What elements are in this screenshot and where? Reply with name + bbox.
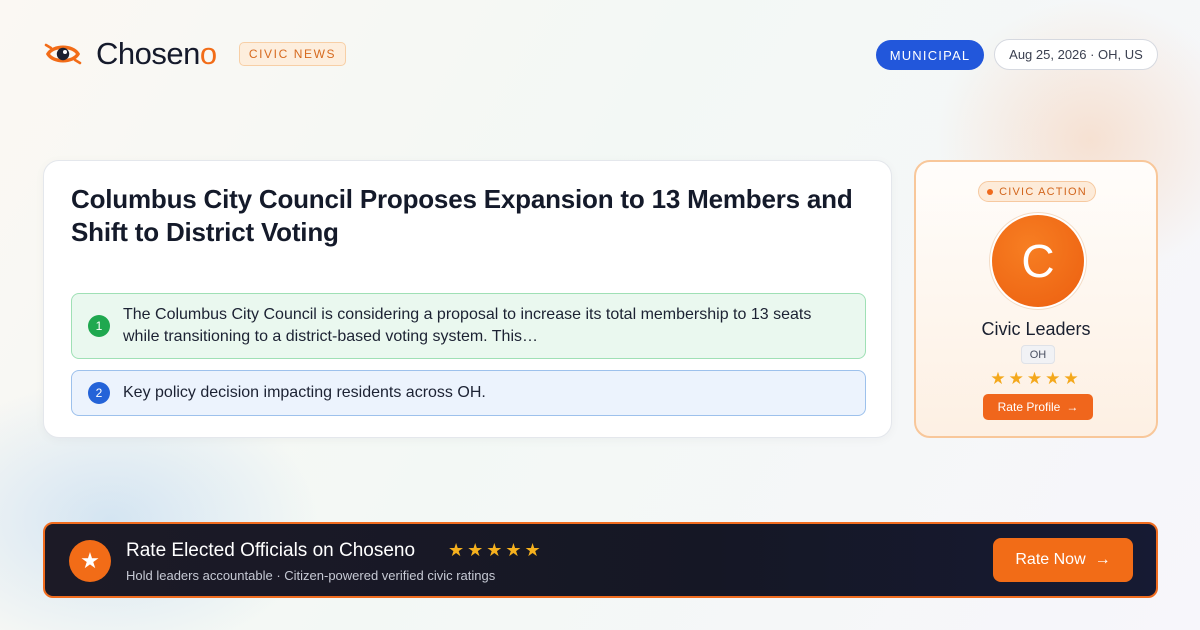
- article-card: Columbus City Council Proposes Expansion…: [43, 160, 892, 438]
- status-dot-icon: [987, 188, 994, 195]
- leader-name: Civic Leaders: [981, 319, 1091, 339]
- rate-profile-button[interactable]: Rate Profile →: [983, 394, 1093, 420]
- civic-action-label: CIVIC ACTION: [999, 185, 1087, 198]
- avatar[interactable]: C: [992, 215, 1084, 307]
- key-point-1: 1 The Columbus City Council is consideri…: [71, 293, 866, 359]
- civic-action-badge: CIVIC ACTION: [978, 181, 1096, 202]
- article-headline: Columbus City Council Proposes Expansion…: [71, 184, 853, 247]
- section-tag: CIVIC NEWS: [239, 42, 346, 66]
- rate-now-label: Rate Now: [1015, 551, 1086, 568]
- rate-now-button[interactable]: Rate Now →: [993, 538, 1133, 582]
- avatar-ring: C: [989, 212, 1087, 310]
- eye-logo-icon: [44, 43, 82, 65]
- arrow-right-icon: →: [1066, 400, 1079, 414]
- key-point-number: 1: [88, 315, 110, 337]
- civic-action-card: CIVIC ACTION C Civic Leaders OH ★★★★★ Ra…: [914, 160, 1158, 438]
- key-point-text: The Columbus City Council is considering…: [123, 306, 812, 345]
- key-point-number: 2: [88, 382, 110, 404]
- banner-title: Rate Elected Officials on Choseno: [126, 540, 416, 561]
- brand-logo[interactable]: Chosen o: [44, 36, 217, 72]
- banner-rating-stars: ★★★★★: [448, 540, 544, 560]
- rating-stars: ★★★★★: [990, 369, 1082, 388]
- brand-wordmark: Chosen o: [96, 36, 217, 72]
- arrow-right-icon: →: [1094, 551, 1111, 568]
- state-badge: OH: [1021, 345, 1055, 364]
- brand-name: Chosen: [96, 36, 200, 71]
- brand-name-accent: o: [199, 36, 217, 71]
- dateline-pill: Aug 25, 2026 · OH, US: [994, 39, 1158, 70]
- category-badge[interactable]: MUNICIPAL: [876, 40, 984, 70]
- banner-subtitle: Hold leaders accountable · Citizen-power…: [126, 568, 496, 583]
- star-icon: ★: [69, 540, 111, 582]
- key-point-2: 2 Key policy decision impacting resident…: [71, 370, 866, 416]
- key-point-text: Key policy decision impacting residents …: [123, 384, 486, 401]
- rate-profile-label: Rate Profile: [997, 400, 1061, 414]
- rating-banner: ★ Rate Elected Officials on Choseno ★★★★…: [43, 522, 1158, 598]
